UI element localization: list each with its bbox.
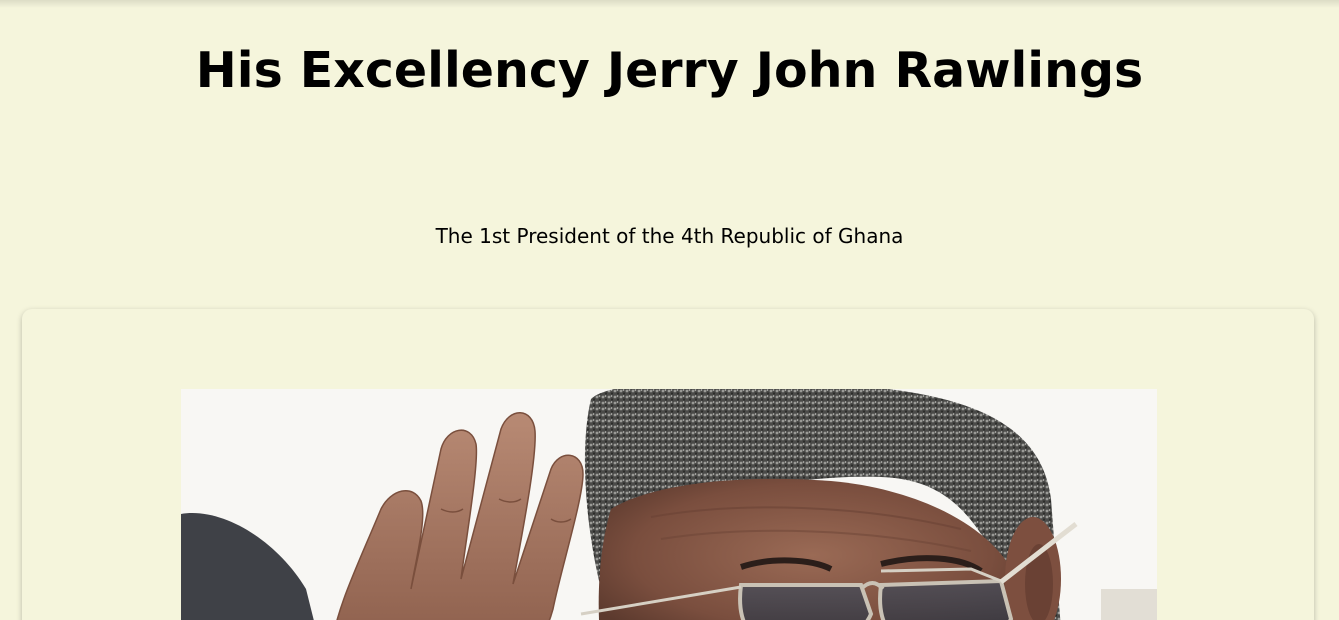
tribute-card: [22, 309, 1314, 620]
top-shadow: [0, 0, 1339, 8]
portrait-illustration: [181, 389, 1157, 620]
page-subtitle: The 1st President of the 4th Republic of…: [435, 224, 904, 248]
page-title: His Excellency Jerry John Rawlings: [195, 42, 1144, 99]
portrait-image: [181, 389, 1157, 620]
